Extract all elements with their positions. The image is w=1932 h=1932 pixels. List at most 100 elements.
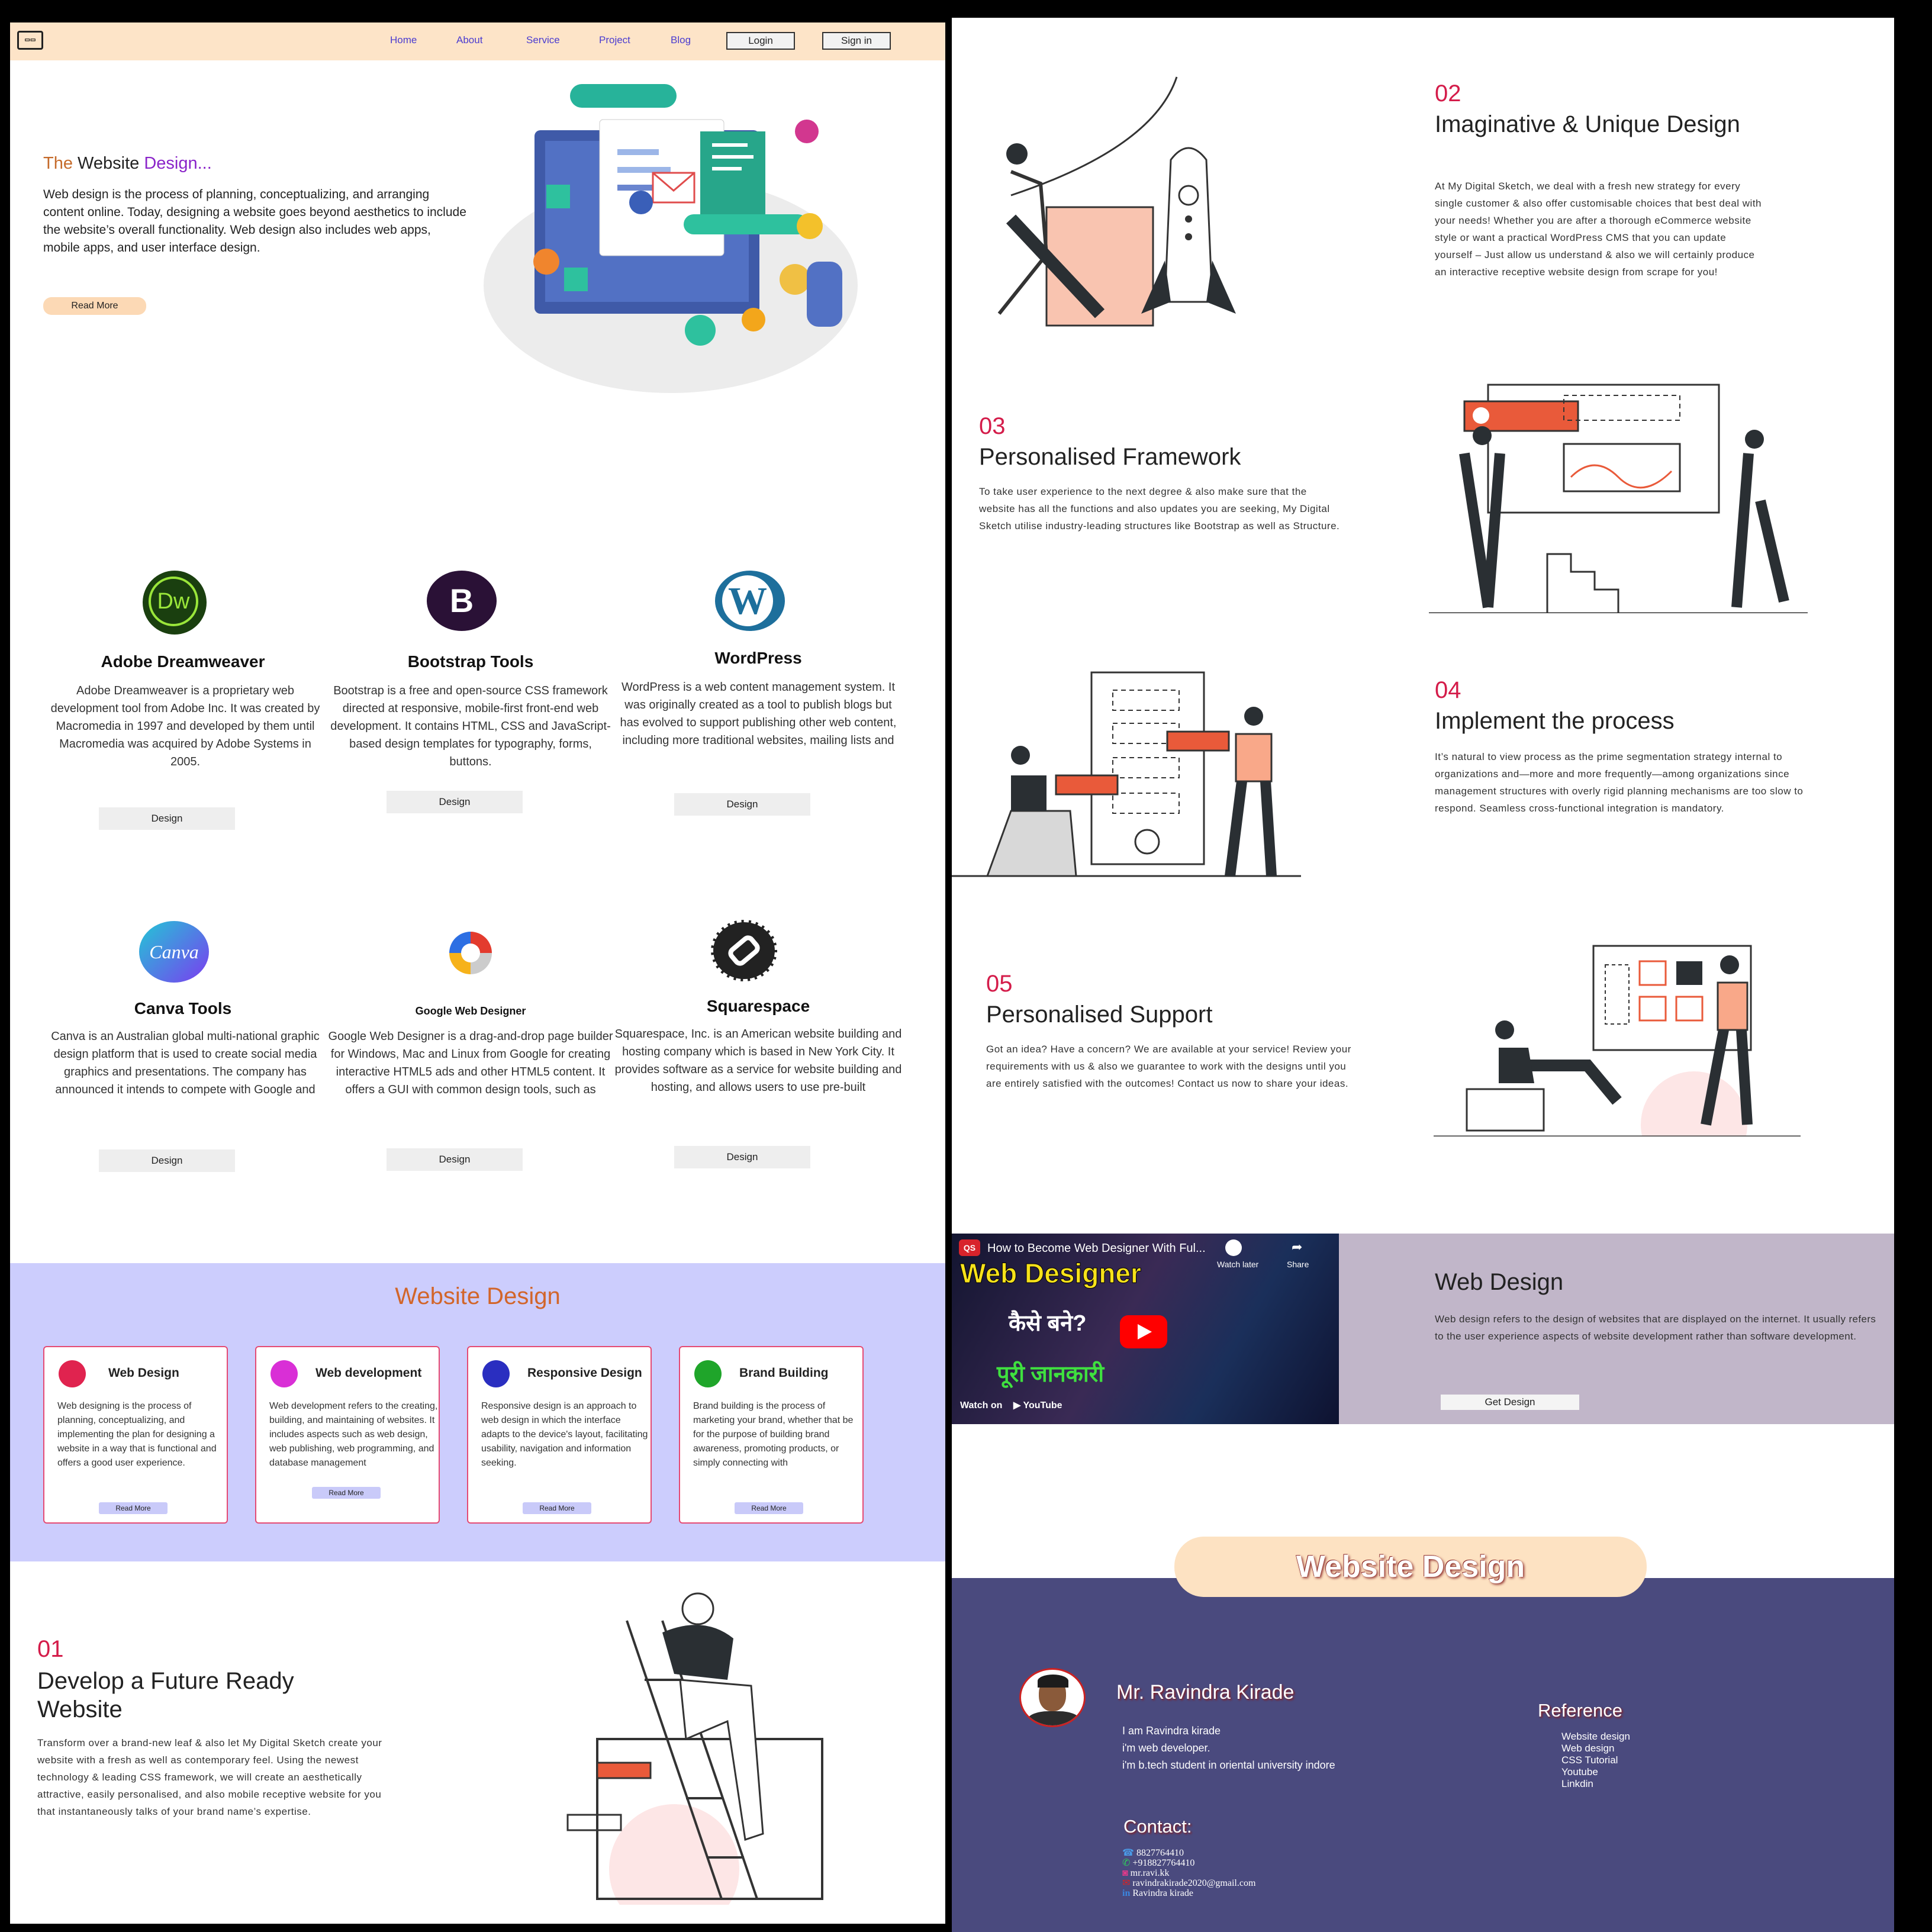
- dreamweaver-icon-label: Dw: [149, 577, 198, 626]
- play-button[interactable]: [1120, 1315, 1167, 1348]
- phone-icon: ☎: [1122, 1848, 1134, 1858]
- card-brand-building: Brand Building Brand building is the pro…: [679, 1346, 864, 1524]
- channel-avatar[interactable]: QS: [959, 1239, 980, 1256]
- globe-icon: [271, 1360, 298, 1387]
- step-title-03: Personalised Framework: [979, 444, 1241, 470]
- step-text-05: Got an idea? Have a concern? We are avai…: [986, 1044, 1351, 1089]
- framework-illustration: [1429, 384, 1808, 613]
- whatsapp-icon: ✆: [1122, 1858, 1131, 1868]
- youtube-video-embed[interactable]: QS How to Become Web Designer With Ful..…: [952, 1234, 1339, 1424]
- tool-text-squarespace: Squarespace, Inc. is an American website…: [614, 1028, 902, 1094]
- hero-title: The Website Design...: [43, 154, 212, 173]
- contact-mail[interactable]: ✉ ravindrakirade2020@gmail.com: [1122, 1878, 1255, 1888]
- wordpress-icon: W: [715, 571, 785, 631]
- youtube-label: YouTube: [1023, 1400, 1062, 1411]
- tool-title-canva: Canva Tools: [134, 999, 232, 1017]
- contact-title: Contact:: [1123, 1816, 1192, 1837]
- rocket-illustration: [997, 76, 1236, 327]
- design-button-squarespace[interactable]: Design: [674, 1146, 810, 1168]
- step-number-01: 01: [37, 1636, 64, 1662]
- design-button-dreamweaver[interactable]: Design: [99, 807, 235, 830]
- design-button-canva[interactable]: Design: [99, 1149, 235, 1172]
- card-title: Web development: [315, 1366, 422, 1380]
- watch-later-label[interactable]: Watch later: [1217, 1260, 1258, 1269]
- card-read-more-button[interactable]: Read More: [735, 1502, 803, 1514]
- card-read-more-button[interactable]: Read More: [523, 1502, 591, 1514]
- tool-text-canva: Canva is an Australian global multi-nati…: [51, 1030, 320, 1096]
- mail-icon: ✉: [1122, 1878, 1131, 1888]
- hero-title-the: The: [43, 154, 73, 173]
- design-button-google-web-designer[interactable]: Design: [387, 1148, 523, 1171]
- reference-link[interactable]: CSS Tutorial: [1561, 1754, 1630, 1766]
- nav-project-link[interactable]: Project: [599, 34, 630, 46]
- hero-text: Web design is the process of planning, c…: [43, 188, 466, 255]
- avatar: [1019, 1668, 1086, 1727]
- reference-link[interactable]: Web design: [1561, 1743, 1630, 1754]
- wordpress-icon-label: W: [722, 575, 773, 626]
- footer-title-pill: Website Design: [1174, 1537, 1647, 1597]
- web-design-text: Web design refers to the design of websi…: [1435, 1313, 1876, 1342]
- reference-title: Reference: [1538, 1700, 1623, 1721]
- card-text: Web development refers to the creating, …: [269, 1401, 438, 1468]
- nav-home-link[interactable]: Home: [390, 34, 417, 46]
- share-icon[interactable]: ➦: [1292, 1239, 1302, 1255]
- reference-link[interactable]: Youtube: [1561, 1766, 1630, 1778]
- tool-text-bootstrap: Bootstrap is a free and open-source CSS …: [330, 684, 611, 768]
- card-read-more-button[interactable]: Read More: [99, 1502, 168, 1514]
- bootstrap-icon: B: [427, 571, 497, 631]
- tool-text-dreamweaver: Adobe Dreamweaver is a proprietary web d…: [50, 684, 320, 768]
- globe-icon: [482, 1360, 510, 1387]
- nav-service-link[interactable]: Service: [526, 34, 560, 46]
- navbar: ▭▭ Home About Service Project Blog Login…: [10, 22, 945, 60]
- card-text: Brand building is the process of marketi…: [693, 1401, 854, 1468]
- squarespace-icon: [711, 920, 777, 981]
- step-number-03: 03: [979, 413, 1006, 439]
- logo[interactable]: ▭▭: [17, 31, 43, 50]
- right-page: 02 Imaginative & Unique Design At My Dig…: [952, 18, 1894, 1932]
- signin-button[interactable]: Sign in: [822, 32, 891, 50]
- tool-title-dreamweaver: Adobe Dreamweaver: [101, 652, 265, 671]
- login-button[interactable]: Login: [726, 32, 795, 50]
- support-illustration: [1434, 945, 1801, 1136]
- dreamweaver-icon: Dw: [143, 571, 207, 635]
- card-web-design: Web Design Web designing is the process …: [43, 1346, 228, 1524]
- contact-linkedin[interactable]: in Ravindra kirade: [1122, 1888, 1193, 1898]
- get-design-button[interactable]: Get Design: [1441, 1395, 1579, 1410]
- youtube-logo-icon[interactable]: ▶ YouTube: [1013, 1399, 1062, 1411]
- footer-about-3: i'm b.tech student in oriental universit…: [1122, 1759, 1335, 1771]
- design-button-wordpress[interactable]: Design: [674, 793, 810, 816]
- step-text-03: To take user experience to the next degr…: [979, 486, 1340, 532]
- video-title[interactable]: How to Become Web Designer With Ful...: [987, 1242, 1206, 1255]
- globe-icon: [59, 1360, 86, 1387]
- card-title: Web Design: [108, 1366, 179, 1380]
- thumbnail-line3: पूरी जानकारी: [997, 1362, 1105, 1387]
- tool-title-wordpress: WordPress: [714, 649, 802, 667]
- contact-whatsapp[interactable]: ✆ +918827764410: [1122, 1858, 1194, 1868]
- web-design-panel: Web Design Web design refers to the desi…: [1339, 1234, 1894, 1424]
- step-text-04: It’s natural to view process as the prim…: [1435, 751, 1804, 814]
- linkedin-icon: in: [1122, 1888, 1131, 1898]
- tool-title-bootstrap: Bootstrap Tools: [407, 652, 534, 671]
- watch-on-label[interactable]: Watch on: [960, 1400, 1002, 1411]
- nav-blog-link[interactable]: Blog: [671, 34, 691, 46]
- contact-instagram[interactable]: ◙ mr.ravi.kk: [1122, 1868, 1169, 1878]
- reference-link[interactable]: Linkdin: [1561, 1778, 1630, 1790]
- footer-about-2: i'm web developer.: [1122, 1742, 1210, 1754]
- clock-icon[interactable]: [1225, 1239, 1242, 1256]
- step-title-01: Develop a Future Ready Website: [37, 1668, 294, 1722]
- share-label[interactable]: Share: [1287, 1260, 1309, 1269]
- contact-phone[interactable]: ☎ 8827764410: [1122, 1848, 1184, 1858]
- contact-linkedin-text: Ravindra kirade: [1132, 1888, 1193, 1898]
- card-title: Responsive Design: [527, 1366, 642, 1380]
- step-number-02: 02: [1435, 80, 1461, 107]
- design-button-bootstrap[interactable]: Design: [387, 791, 523, 813]
- globe-icon: [694, 1360, 722, 1387]
- reference-link[interactable]: Website design: [1561, 1731, 1630, 1743]
- canva-icon: Canva: [139, 921, 209, 983]
- step-text-02: At My Digital Sketch, we deal with a fre…: [1435, 181, 1762, 278]
- step-title-02: Imaginative & Unique Design: [1435, 111, 1740, 137]
- hero-read-more-button[interactable]: Read More: [43, 297, 146, 315]
- tool-title-google-web-designer: Google Web Designer: [415, 1005, 526, 1017]
- card-read-more-button[interactable]: Read More: [312, 1487, 381, 1499]
- nav-about-link[interactable]: About: [456, 34, 482, 46]
